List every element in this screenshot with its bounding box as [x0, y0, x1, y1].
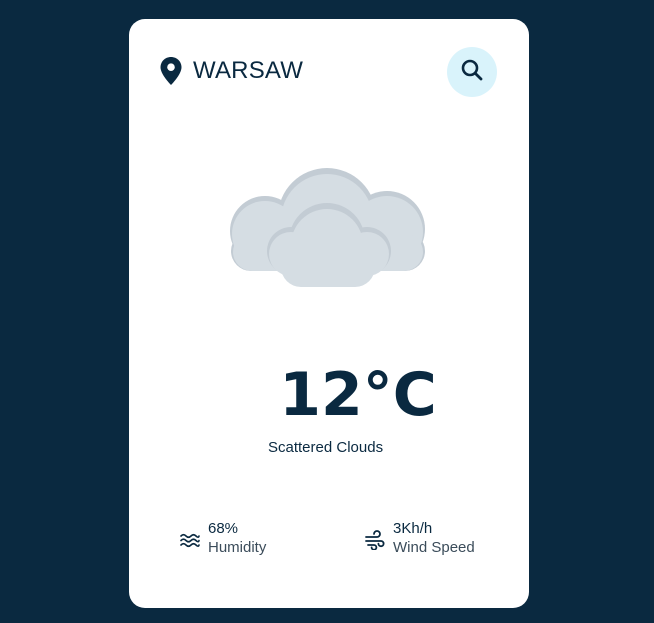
wind-label: Wind Speed — [393, 539, 475, 556]
search-button[interactable] — [447, 47, 497, 97]
weather-description: Scattered Clouds — [268, 439, 384, 456]
temperature: 12°C — [279, 360, 437, 430]
search-icon — [460, 58, 484, 87]
cloud-icon — [229, 167, 429, 289]
humidity-value: 68% — [208, 520, 239, 537]
wind-icon — [365, 530, 385, 551]
wind-value: 3Kh/h — [393, 520, 433, 537]
humidity-label: Humidity — [208, 539, 267, 556]
city-name: WARSAW — [193, 57, 304, 84]
map-pin-icon — [160, 57, 182, 85]
waves-icon — [180, 530, 200, 550]
wind-stat: 3Kh/h Wind Speed — [365, 519, 475, 557]
humidity-stat: 68% Humidity — [180, 519, 266, 557]
location-header: WARSAW — [160, 57, 303, 85]
weather-card: WARSAW 12°C Scattered Clouds 68% Humidit… — [129, 19, 529, 608]
